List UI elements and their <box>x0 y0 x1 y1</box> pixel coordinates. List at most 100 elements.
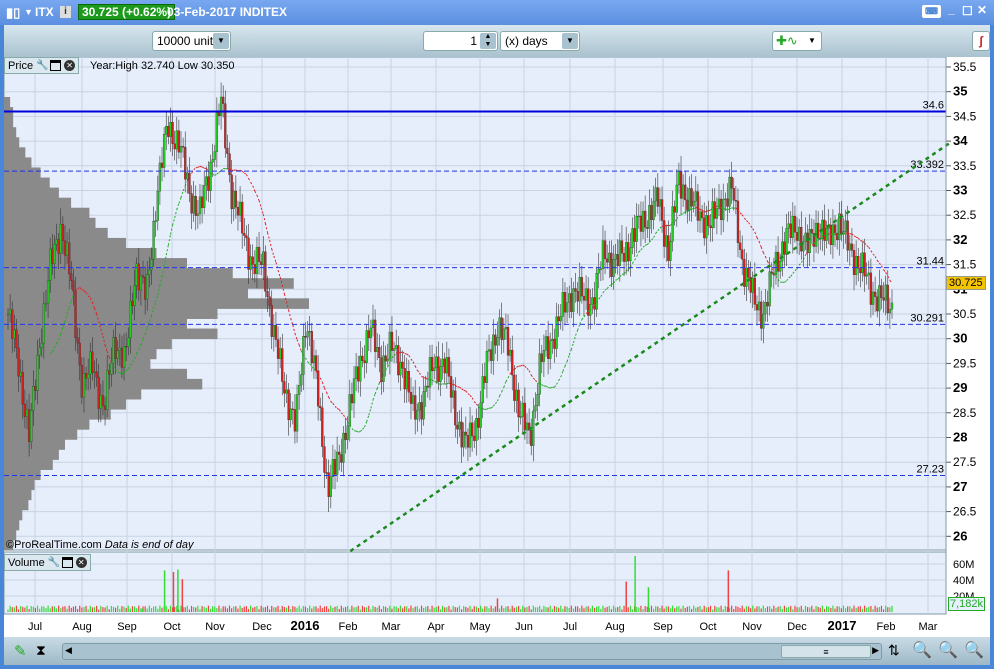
candle-body <box>787 223 790 229</box>
candle-body <box>190 193 193 214</box>
volume-bar <box>410 605 412 612</box>
candle-body <box>186 172 189 180</box>
volume-bar <box>602 605 604 612</box>
symbol[interactable]: ITX <box>35 5 54 19</box>
candle-body <box>534 405 537 412</box>
candle-body <box>293 409 297 432</box>
candle-body <box>439 366 442 382</box>
wrench-icon[interactable]: 🔧 <box>48 557 60 568</box>
volume-bar <box>688 606 691 612</box>
volume-bar <box>233 606 235 612</box>
chevron-down-icon[interactable]: ▼ <box>213 33 229 49</box>
volume-bar <box>473 606 475 612</box>
chart-type-icon[interactable]: ⧗ <box>36 642 46 659</box>
candle-body <box>205 176 208 186</box>
zoom-fit-icon[interactable]: 🔍 <box>912 640 932 660</box>
volume-bar <box>131 606 134 612</box>
window-icon[interactable] <box>50 60 62 71</box>
volume-bar <box>389 605 391 612</box>
candle-body <box>485 351 489 383</box>
add-indicator-button[interactable]: ✚∿ ▼ <box>772 31 822 51</box>
candle-body <box>525 422 529 431</box>
candle-body <box>184 147 187 180</box>
candle-body <box>352 378 356 404</box>
volume-bar <box>325 606 328 612</box>
candle-body <box>861 252 864 274</box>
volume-bar <box>167 609 169 612</box>
candle-body <box>323 446 326 473</box>
candle-body <box>667 235 670 261</box>
candle-body <box>281 348 284 382</box>
candle-body <box>584 288 588 301</box>
close-icon[interactable]: ✕ <box>977 3 987 17</box>
current-price-tag: 30.725 <box>946 276 986 290</box>
autoscale-icon[interactable]: ⇅ <box>888 642 900 659</box>
period-unit-select[interactable]: (x) days ▼ <box>500 31 580 51</box>
minimize-icon[interactable]: _ <box>948 2 955 16</box>
candle-body <box>620 240 624 254</box>
side-panel-toggle[interactable]: ʃ <box>972 31 990 51</box>
candle-body <box>95 371 98 378</box>
close-panel-icon[interactable]: ✕ <box>64 60 76 71</box>
volume-bar <box>72 606 75 612</box>
candle-body <box>473 435 476 441</box>
volume-bar <box>501 605 503 612</box>
draw-tool-icon[interactable]: ✎ <box>14 642 27 660</box>
zoom-out-icon[interactable]: 🔍 <box>938 640 958 660</box>
volume-bar <box>252 607 254 612</box>
volume-bar <box>604 607 606 612</box>
keyboard-icon[interactable]: ⌨ <box>922 5 941 18</box>
volume-bar <box>716 607 718 612</box>
horizontal-scrollbar[interactable]: ◀ ≡ ▶ <box>62 643 882 660</box>
volume-bar <box>338 608 340 612</box>
candle-body <box>709 225 712 229</box>
close-panel-icon[interactable]: ✕ <box>75 557 87 568</box>
volume-bar <box>269 609 271 612</box>
volume-bar <box>496 598 499 612</box>
info-icon[interactable]: i <box>60 6 71 18</box>
volume-panel-label: Volume 🔧 ✕ <box>4 554 91 571</box>
volume-bar <box>165 605 167 612</box>
candlestick-icon[interactable]: ▮▯ <box>6 5 20 21</box>
volume-bar <box>342 607 345 612</box>
candle-body <box>629 247 632 262</box>
candle-body <box>523 402 527 431</box>
candle-body <box>707 215 710 226</box>
volume-bar <box>756 606 758 612</box>
volume-profile-bar <box>4 127 17 138</box>
candle-body <box>471 422 474 437</box>
chevron-down-icon[interactable]: ▼ <box>562 33 578 49</box>
scroll-thumb[interactable]: ≡ <box>781 645 871 658</box>
chart-area[interactable]: Jul Aug Sep Oct Nov Dec 2016 Feb Mar Apr May Jun Jul… <box>3 56 990 637</box>
maximize-icon[interactable]: ☐ <box>962 4 973 18</box>
volume-bar <box>562 608 564 612</box>
zoom-in-icon[interactable]: 🔍 <box>964 640 984 660</box>
volume-bar <box>256 605 258 612</box>
wrench-icon[interactable]: 🔧 <box>36 60 48 71</box>
period-input[interactable]: 1 ▲ ▼ <box>423 31 498 51</box>
scroll-left-icon[interactable]: ◀ <box>65 645 72 656</box>
candle-body <box>779 261 782 272</box>
scroll-right-icon[interactable]: ▶ <box>872 645 879 656</box>
volume-bar <box>779 606 781 612</box>
volume-bar <box>868 606 870 612</box>
window-icon[interactable] <box>61 557 73 568</box>
candle-body <box>489 349 493 361</box>
volume-bar <box>306 608 309 612</box>
chevron-down-icon[interactable]: ▼ <box>24 7 33 17</box>
candle-body <box>319 406 322 409</box>
volume-bar <box>146 608 148 612</box>
candle-body <box>249 256 252 270</box>
candle-body <box>728 176 731 207</box>
candle-body <box>388 331 392 360</box>
chevron-down-icon[interactable]: ▼ <box>804 33 820 49</box>
volume-bar <box>114 607 117 612</box>
volume-bar <box>15 605 18 612</box>
stepper-icon[interactable]: ▲ ▼ <box>480 33 496 49</box>
volume-bar <box>228 605 231 612</box>
units-select[interactable]: 10000 units ▼ <box>152 31 231 51</box>
volume-profile-bar <box>4 449 59 460</box>
volume-bar <box>298 605 300 612</box>
volume-bar <box>83 606 85 612</box>
volume-bar <box>798 607 800 612</box>
